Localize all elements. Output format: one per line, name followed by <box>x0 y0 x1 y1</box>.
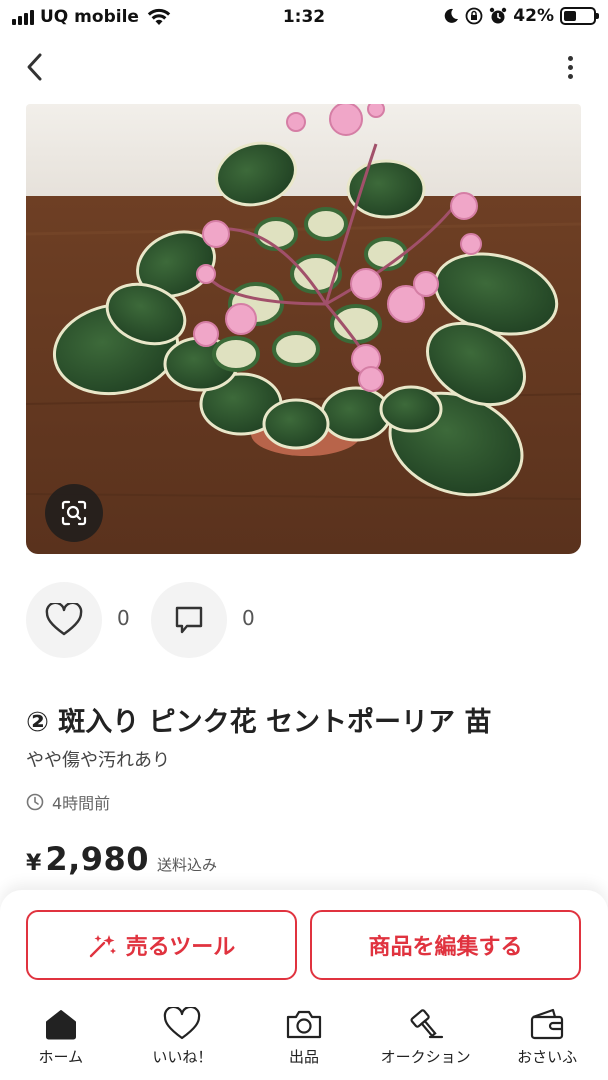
gavel-icon <box>410 1009 443 1039</box>
posted-time: 4時間前 <box>26 790 110 814</box>
sell-tool-label: 売るツール <box>125 935 236 960</box>
edit-item-button[interactable]: 商品を編集する <box>310 910 581 980</box>
comment-button[interactable] <box>151 582 227 658</box>
battery-icon <box>560 7 599 25</box>
heart-icon <box>164 1007 201 1040</box>
tab-sell[interactable]: 出品 <box>243 1006 365 1080</box>
comment-icon <box>175 606 203 634</box>
like-button[interactable] <box>26 582 102 658</box>
price-row: ¥ 2,980 送料込み <box>26 840 217 878</box>
battery-fill <box>564 11 576 21</box>
tab-label: 出品 <box>288 1048 319 1066</box>
comment-count: 0 <box>242 606 255 630</box>
african-violet-image <box>26 104 581 554</box>
more-dot-icon <box>567 64 573 70</box>
tab-auction[interactable]: オークション <box>365 1006 487 1080</box>
battery-percent: 42% <box>513 6 554 26</box>
tab-label: オークション <box>380 1048 471 1066</box>
wallet-icon <box>531 1008 564 1040</box>
price-value: 2,980 <box>45 840 150 878</box>
sell-tool-button[interactable]: 売るツール <box>26 910 297 980</box>
edit-item-label: 商品を編集する <box>368 935 523 960</box>
more-options-button[interactable] <box>558 50 582 84</box>
tab-likes[interactable]: いいね！ <box>122 1006 244 1080</box>
alarm-icon <box>490 7 507 24</box>
product-condition: やや傷や汚れあり <box>26 750 170 771</box>
back-button[interactable] <box>18 50 52 84</box>
currency-symbol: ¥ <box>26 851 42 876</box>
tab-label: ホーム <box>38 1048 84 1066</box>
status-right: 42% <box>443 6 599 26</box>
tab-bar: ホーム いいね！ 出品 オークション おさいふ <box>0 1006 608 1080</box>
more-dot-icon <box>567 55 573 61</box>
moon-icon <box>445 8 459 23</box>
clock-icon <box>26 793 44 811</box>
like-count: 0 <box>117 606 130 630</box>
tab-label: おさいふ <box>517 1048 578 1066</box>
status-bar: UQ mobile 1:32 42% <box>0 0 608 36</box>
tab-wallet[interactable]: おさいふ <box>486 1006 608 1080</box>
chevron-left-icon <box>27 53 42 81</box>
home-icon <box>45 1010 76 1040</box>
camera-icon <box>286 1010 322 1039</box>
magic-wand-icon <box>89 935 116 958</box>
heart-icon <box>45 603 83 636</box>
more-dot-icon <box>567 73 573 79</box>
product-title: ② 斑入り ピンク花 セントポーリア 苗 <box>26 707 492 738</box>
posted-time-text: 4時間前 <box>52 794 111 813</box>
tab-home[interactable]: ホーム <box>0 1006 122 1080</box>
orientation-lock-icon <box>465 7 483 25</box>
lens-search-icon <box>61 500 87 526</box>
product-photo[interactable] <box>26 104 581 554</box>
shipping-note: 送料込み <box>157 856 218 874</box>
image-search-button[interactable] <box>45 484 103 542</box>
tab-label: いいね！ <box>152 1048 213 1066</box>
